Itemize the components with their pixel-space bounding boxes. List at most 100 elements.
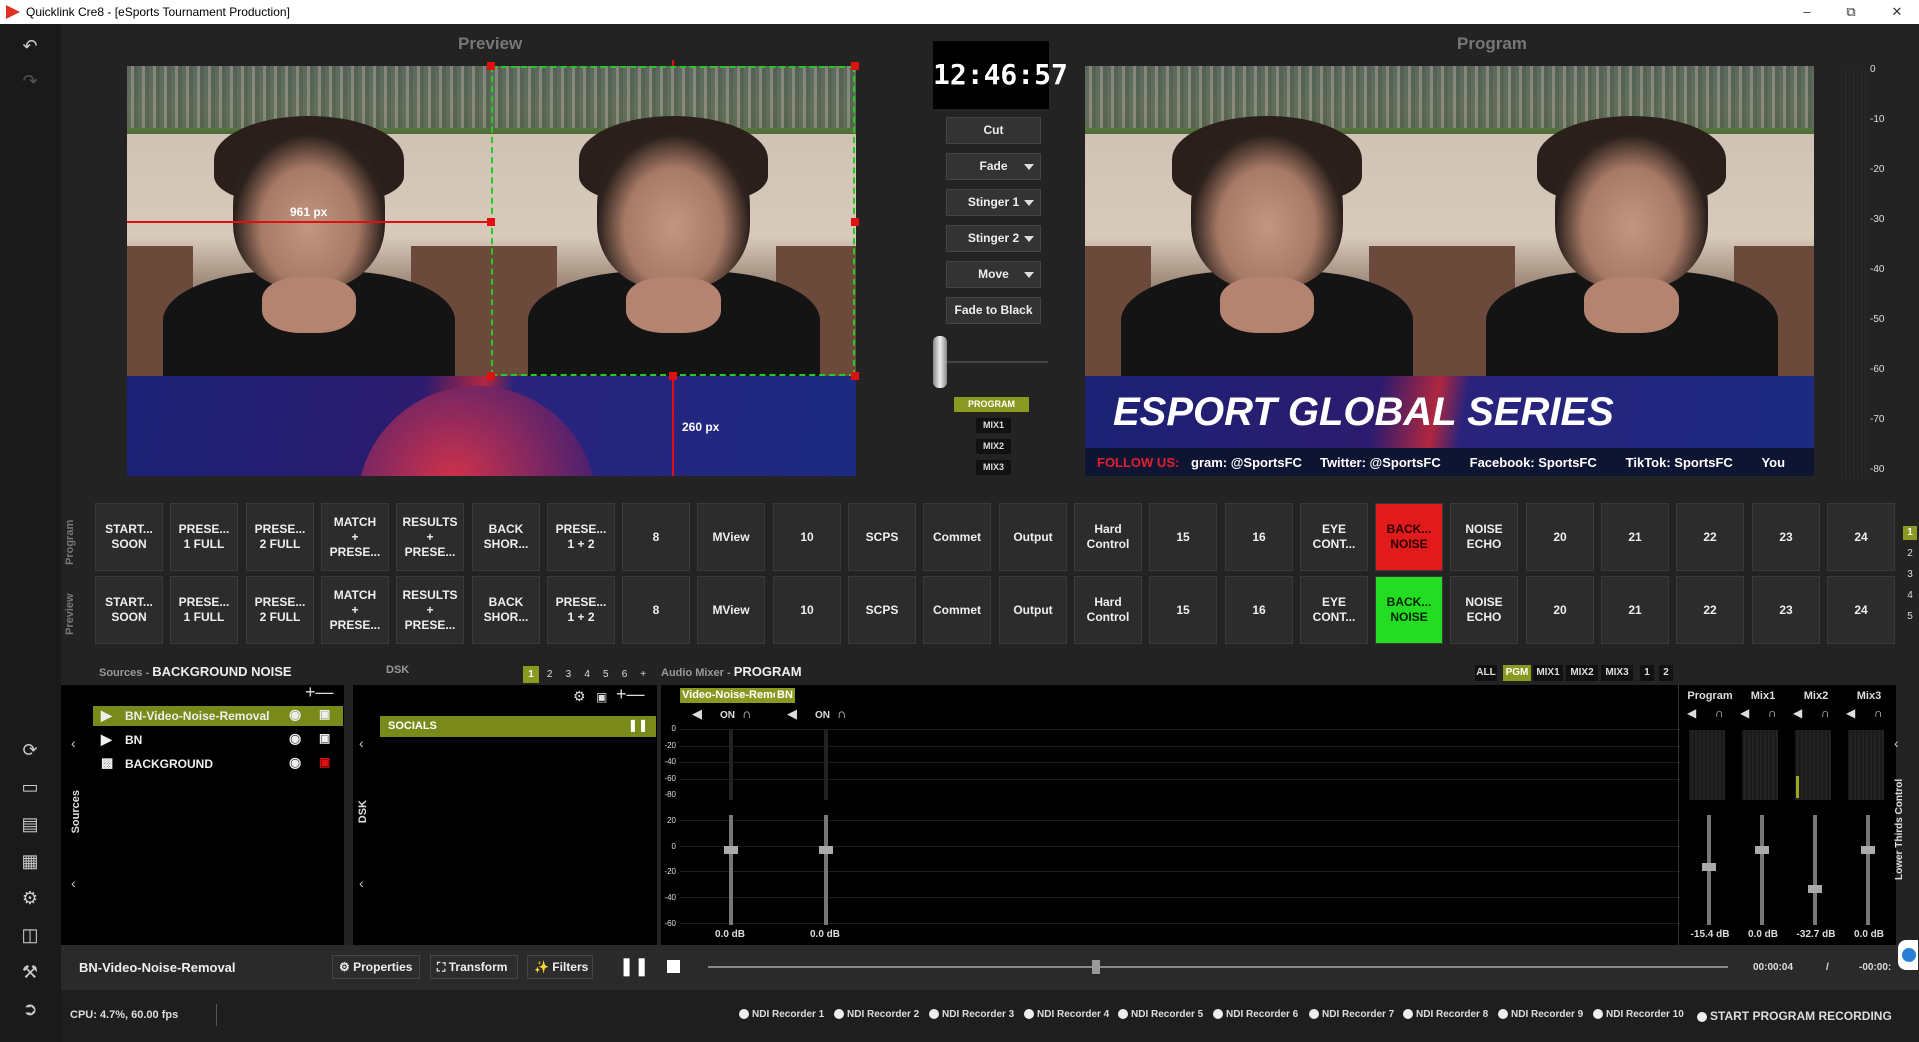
lock-icon[interactable]: ▣ [319,707,330,721]
program-tile[interactable]: 8 [622,503,690,571]
preview-tile[interactable]: EYE CONT... [1300,576,1368,644]
play-icon[interactable]: ▶ [101,707,112,724]
handle-tl[interactable] [487,62,495,70]
preview-tile[interactable]: PRESE... 1 + 2 [547,576,615,644]
program-tile[interactable]: EYE CONT... [1300,503,1368,571]
files-icon[interactable]: ◫ [18,923,42,947]
recorder-toggle[interactable]: NDI Recorder 7 [1309,1009,1394,1020]
lock-icon[interactable]: ▣ [319,731,330,745]
program-tile[interactable]: RESULTS + PRESE... [396,503,464,571]
eye-icon[interactable]: ◉ [289,754,301,771]
monitor-icon[interactable]: ▭ [18,775,42,799]
gear-icon[interactable]: ⚙ [18,886,42,910]
headphone-icon[interactable]: ∩ [1821,706,1830,720]
dsk-page[interactable]: 1 [523,666,539,683]
program-tile[interactable]: Hard Control [1074,503,1142,571]
handle-mr[interactable] [851,218,859,226]
program-tile[interactable]: Commet [923,503,991,571]
output-fader-knob[interactable] [1861,845,1875,854]
program-tile[interactable]: PRESE... 2 FULL [246,503,314,571]
mix-target-program[interactable]: PROGRAM [954,397,1029,412]
source-item[interactable]: ▶ BN-Video-Noise-Removal ◉ ▣ [93,706,343,726]
tools-icon[interactable]: ⚒ [18,960,42,984]
dsk-page[interactable]: 5 [598,666,614,683]
dsk-add-icon[interactable]: +— [616,684,645,705]
selection-box[interactable] [491,66,855,376]
headphone-icon[interactable]: ∩ [1874,706,1883,720]
start-recording-button[interactable]: START PROGRAM RECORDING [1697,1009,1892,1023]
program-tile[interactable]: START... SOON [95,503,163,571]
audio-tab[interactable]: MIX2 [1566,665,1598,681]
transform-button[interactable]: ⛶ Transform [430,955,518,979]
add-source-icon[interactable]: +— [305,682,334,703]
preview-tile[interactable]: PRESE... 1 FULL [170,576,238,644]
recorder-toggle[interactable]: NDI Recorder 10 [1593,1009,1684,1020]
audio-tab[interactable]: ALL [1475,665,1497,681]
maximize-icon[interactable]: ⧉ [1841,2,1861,22]
channel-on[interactable]: ON [720,710,735,721]
dsk-page[interactable]: 6 [617,666,633,683]
program-tile[interactable]: 15 [1149,503,1217,571]
channel-fader-knob[interactable] [819,845,833,854]
preview-tile[interactable]: 22 [1676,576,1744,644]
output-fader-knob[interactable] [1808,885,1822,894]
undo-icon[interactable]: ↶ [18,34,42,58]
preview-tile[interactable]: RESULTS + PRESE... [396,576,464,644]
dsk-item-socials[interactable]: SOCIALS ❚❚ [380,716,656,737]
recorder-toggle[interactable]: NDI Recorder 3 [929,1009,1014,1020]
seek-handle[interactable] [1092,960,1100,974]
program-tile[interactable]: PRESE... 1 + 2 [547,503,615,571]
handle-ml[interactable] [487,218,495,226]
preview-tile[interactable]: PRESE... 2 FULL [246,576,314,644]
dsk-page[interactable]: 2 [542,666,558,683]
preview-tile[interactable]: START... SOON [95,576,163,644]
redo-icon[interactable]: ↷ [18,69,42,93]
preview-tile[interactable]: 8 [622,576,690,644]
lower-thirds-label[interactable]: Lower Thirds Control [1894,760,1905,880]
program-tile[interactable]: Output [999,503,1067,571]
handle-br[interactable] [851,372,859,380]
source-item[interactable]: ▶ BN ◉ ▣ [93,730,343,750]
minimize-icon[interactable]: – [1797,2,1817,22]
program-tile[interactable]: PRESE... 1 FULL [170,503,238,571]
speaker-icon[interactable]: ◀ [1687,706,1696,720]
preview-tile[interactable]: BACK SHOR... [472,576,540,644]
program-tile[interactable]: BACK SHOR... [472,503,540,571]
move-button[interactable]: Move [946,261,1041,288]
headphone-icon[interactable]: ∩ [1768,706,1777,720]
handle-bl[interactable] [487,372,495,380]
handle-tr[interactable] [851,62,859,70]
dsk-gear-icon[interactable]: ⚙ [573,688,586,705]
program-tile[interactable]: 23 [1752,503,1820,571]
recorder-toggle[interactable]: NDI Recorder 8 [1403,1009,1488,1020]
program-tile[interactable]: MATCH + PRESE... [321,503,389,571]
screen-icon[interactable]: ▤ [18,812,42,836]
tbar-handle[interactable] [933,336,947,388]
speaker-icon[interactable]: ◀ [1740,706,1749,720]
preview-tile[interactable]: 16 [1225,576,1293,644]
speaker-icon[interactable]: ◀ [787,706,797,722]
preview-tile[interactable]: MATCH + PRESE... [321,576,389,644]
program-tile[interactable]: SCPS [848,503,916,571]
recorder-toggle[interactable]: NDI Recorder 6 [1213,1009,1298,1020]
recorder-toggle[interactable]: NDI Recorder 4 [1024,1009,1109,1020]
channel-on[interactable]: ON [815,710,830,721]
program-tile[interactable]: 24 [1827,503,1895,571]
seek-track[interactable] [708,966,1728,968]
mix-target-mix2[interactable]: MIX2 [976,439,1011,454]
eye-icon[interactable]: ◉ [289,706,301,723]
refresh-icon[interactable]: ⟳ [18,738,42,762]
pause-icon[interactable]: ❚❚ [628,718,648,732]
preview-tile[interactable]: MView [697,576,765,644]
program-tile[interactable]: NOISE ECHO [1450,503,1518,571]
output-fader-knob[interactable] [1755,845,1769,854]
audio-tab[interactable]: PGM [1503,665,1531,681]
lock-icon[interactable]: ▣ [319,755,330,769]
stop-icon[interactable] [667,960,680,973]
sources-expand-icon[interactable]: ‹ [71,875,76,891]
program-tile[interactable]: 16 [1225,503,1293,571]
pause-icon[interactable]: ❚❚ [619,956,649,977]
preview-tile[interactable]: 24 [1827,576,1895,644]
headphone-icon[interactable]: ∩ [837,706,846,721]
speaker-icon[interactable]: ◀ [1793,706,1802,720]
